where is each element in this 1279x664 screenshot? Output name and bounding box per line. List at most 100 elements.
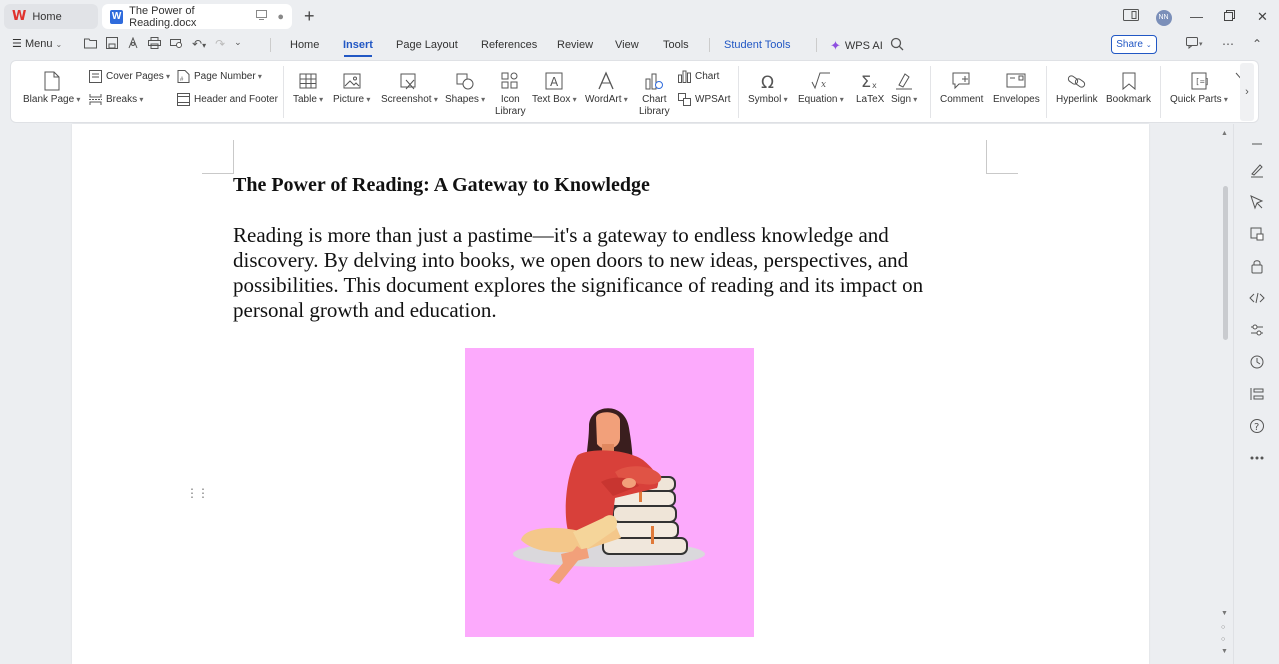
ribbon-scroll-right-button[interactable]: › [1240,63,1254,121]
collapse-panel-icon[interactable] [1249,136,1265,152]
text-box-icon: A [545,72,563,90]
layout-switch-icon[interactable] [1114,9,1147,24]
comment-button[interactable]: Comment [940,71,983,106]
more-tools-icon[interactable] [1249,450,1265,466]
tab-references[interactable]: References [481,39,537,51]
reading-girl-illustration[interactable] [465,348,754,637]
new-tab-button[interactable]: + [304,6,315,26]
redo-icon[interactable]: ↷ [215,37,225,52]
export-pdf-icon[interactable] [127,36,139,52]
unsaved-dot-icon[interactable]: ● [277,11,284,23]
shape-edit-icon[interactable] [1249,226,1265,242]
save-icon[interactable] [106,37,118,52]
chart-button[interactable]: Chart [678,70,719,83]
collapse-ribbon-icon[interactable]: ⌃ [1252,37,1262,52]
breaks-button[interactable]: Breaks [89,93,143,106]
restore-icon[interactable] [1213,9,1246,24]
user-avatar[interactable]: NN [1147,7,1180,26]
more-quick-icon[interactable]: ⌄ [234,37,242,52]
blank-page-button[interactable]: Blank Page [23,71,80,106]
more-options-icon[interactable]: ⋯ [1222,37,1234,52]
wps-ai-button[interactable]: ✦ WPS AI [830,38,883,54]
reading-girl-image [513,408,705,584]
margin-corner-top-left [202,140,234,174]
ribbon-separator [738,66,739,118]
scroll-down-icon[interactable]: ▼ [1221,610,1228,617]
wordart-button[interactable]: WordArt [585,71,628,106]
drag-handle-icon[interactable]: ⋮⋮ [186,486,209,500]
close-icon[interactable]: ✕ [1246,9,1279,25]
adjust-settings-icon[interactable] [1249,322,1265,338]
help-icon[interactable]: ? [1249,418,1265,434]
envelopes-button[interactable]: Envelopes [993,71,1040,106]
quick-parts-button[interactable]: [=] Quick Parts [1170,71,1228,106]
select-cursor-icon[interactable] [1249,194,1265,210]
document-page[interactable]: The Power of Reading: A Gateway to Knowl… [72,124,1149,664]
tab-review[interactable]: Review [557,39,593,51]
text-box-button[interactable]: A Text Box [532,71,577,106]
vertical-scrollbar[interactable]: ▲ ▼ ○ ○ ▼ [1218,124,1232,664]
tab-student-tools[interactable]: Student Tools [724,39,790,51]
page-number-button[interactable]: # Page Number [177,70,262,83]
tab-document[interactable]: W The Power of Reading.docx ● [102,4,292,29]
prev-page-icon[interactable]: ○ [1221,624,1225,631]
document-area: The Power of Reading: A Gateway to Knowl… [0,124,1233,664]
pen-edit-icon[interactable] [1249,162,1265,178]
navigation-pane-icon[interactable] [1249,386,1265,402]
svg-text:x: x [872,81,877,90]
scrollbar-thumb[interactable] [1223,186,1228,340]
insert-ribbon: Blank Page Cover Pages Breaks # Page Num… [10,60,1259,123]
word-doc-icon: W [110,9,124,24]
active-tab-underline [344,55,372,57]
header-footer-icon [177,93,190,106]
print-icon[interactable] [148,37,161,52]
lock-icon[interactable] [1249,258,1265,274]
wpsart-button[interactable]: WPSArt [678,93,731,106]
shapes-button[interactable]: Shapes [445,71,485,106]
table-button[interactable]: Table [293,71,323,106]
scroll-top-icon[interactable]: ▲ [1221,130,1228,137]
quick-parts-icon: [=] [1191,72,1208,90]
tab-home-menu[interactable]: Home [290,39,319,51]
symbol-button[interactable]: Ω Symbol [748,71,788,106]
document-heading[interactable]: The Power of Reading: A Gateway to Knowl… [233,174,650,197]
scroll-bottom-icon[interactable]: ▼ [1221,648,1228,655]
tab-insert[interactable]: Insert [343,39,373,51]
header-footer-button[interactable]: Header and Footer [177,93,278,106]
menu-bar: ☰ Menu ⌄ ↶▾ ↷ ⌄ Home Insert Page Layout … [0,33,1279,58]
comment-panel-icon[interactable]: ▾ [1186,37,1204,52]
print-preview-icon[interactable] [170,37,183,52]
tab-monitor-icon[interactable] [256,10,268,23]
tab-page-layout[interactable]: Page Layout [396,39,458,51]
share-button[interactable]: Share ⌄ [1111,35,1157,54]
open-folder-icon[interactable] [84,37,97,52]
code-icon[interactable] [1249,290,1265,306]
ribbon-separator [930,66,931,118]
search-icon[interactable] [890,37,904,54]
tab-tools[interactable]: Tools [663,39,689,51]
undo-icon[interactable]: ↶▾ [192,37,206,52]
history-icon[interactable] [1249,354,1265,370]
document-paragraph[interactable]: Reading is more than just a pastime—it's… [233,223,963,323]
hamburger-icon: ☰ [12,38,22,50]
bookmark-icon [1122,72,1135,91]
tab-home-label: Home [32,10,62,23]
latex-button[interactable]: Σx LaTeX [856,71,884,106]
minimize-icon[interactable]: — [1180,9,1213,24]
tab-view[interactable]: View [615,39,639,51]
tab-home[interactable]: W Home [4,4,98,29]
chart-library-button[interactable]: Chart Library [639,71,670,118]
equation-button[interactable]: x Equation [798,71,844,106]
ribbon-separator [283,66,284,118]
next-page-icon[interactable]: ○ [1221,636,1225,643]
hyperlink-button[interactable]: Hyperlink [1056,71,1098,106]
menu-button[interactable]: ☰ Menu ⌄ [12,37,62,50]
cover-pages-button[interactable]: Cover Pages [89,70,170,83]
picture-button[interactable]: Picture [333,71,370,106]
sign-button[interactable]: Sign [891,71,917,106]
icon-library-button[interactable]: Icon Library [495,71,526,118]
svg-text:?: ? [1254,422,1259,433]
screenshot-button[interactable]: Screenshot [381,71,438,106]
bookmark-button[interactable]: Bookmark [1106,71,1151,106]
svg-text:A: A [550,75,559,89]
